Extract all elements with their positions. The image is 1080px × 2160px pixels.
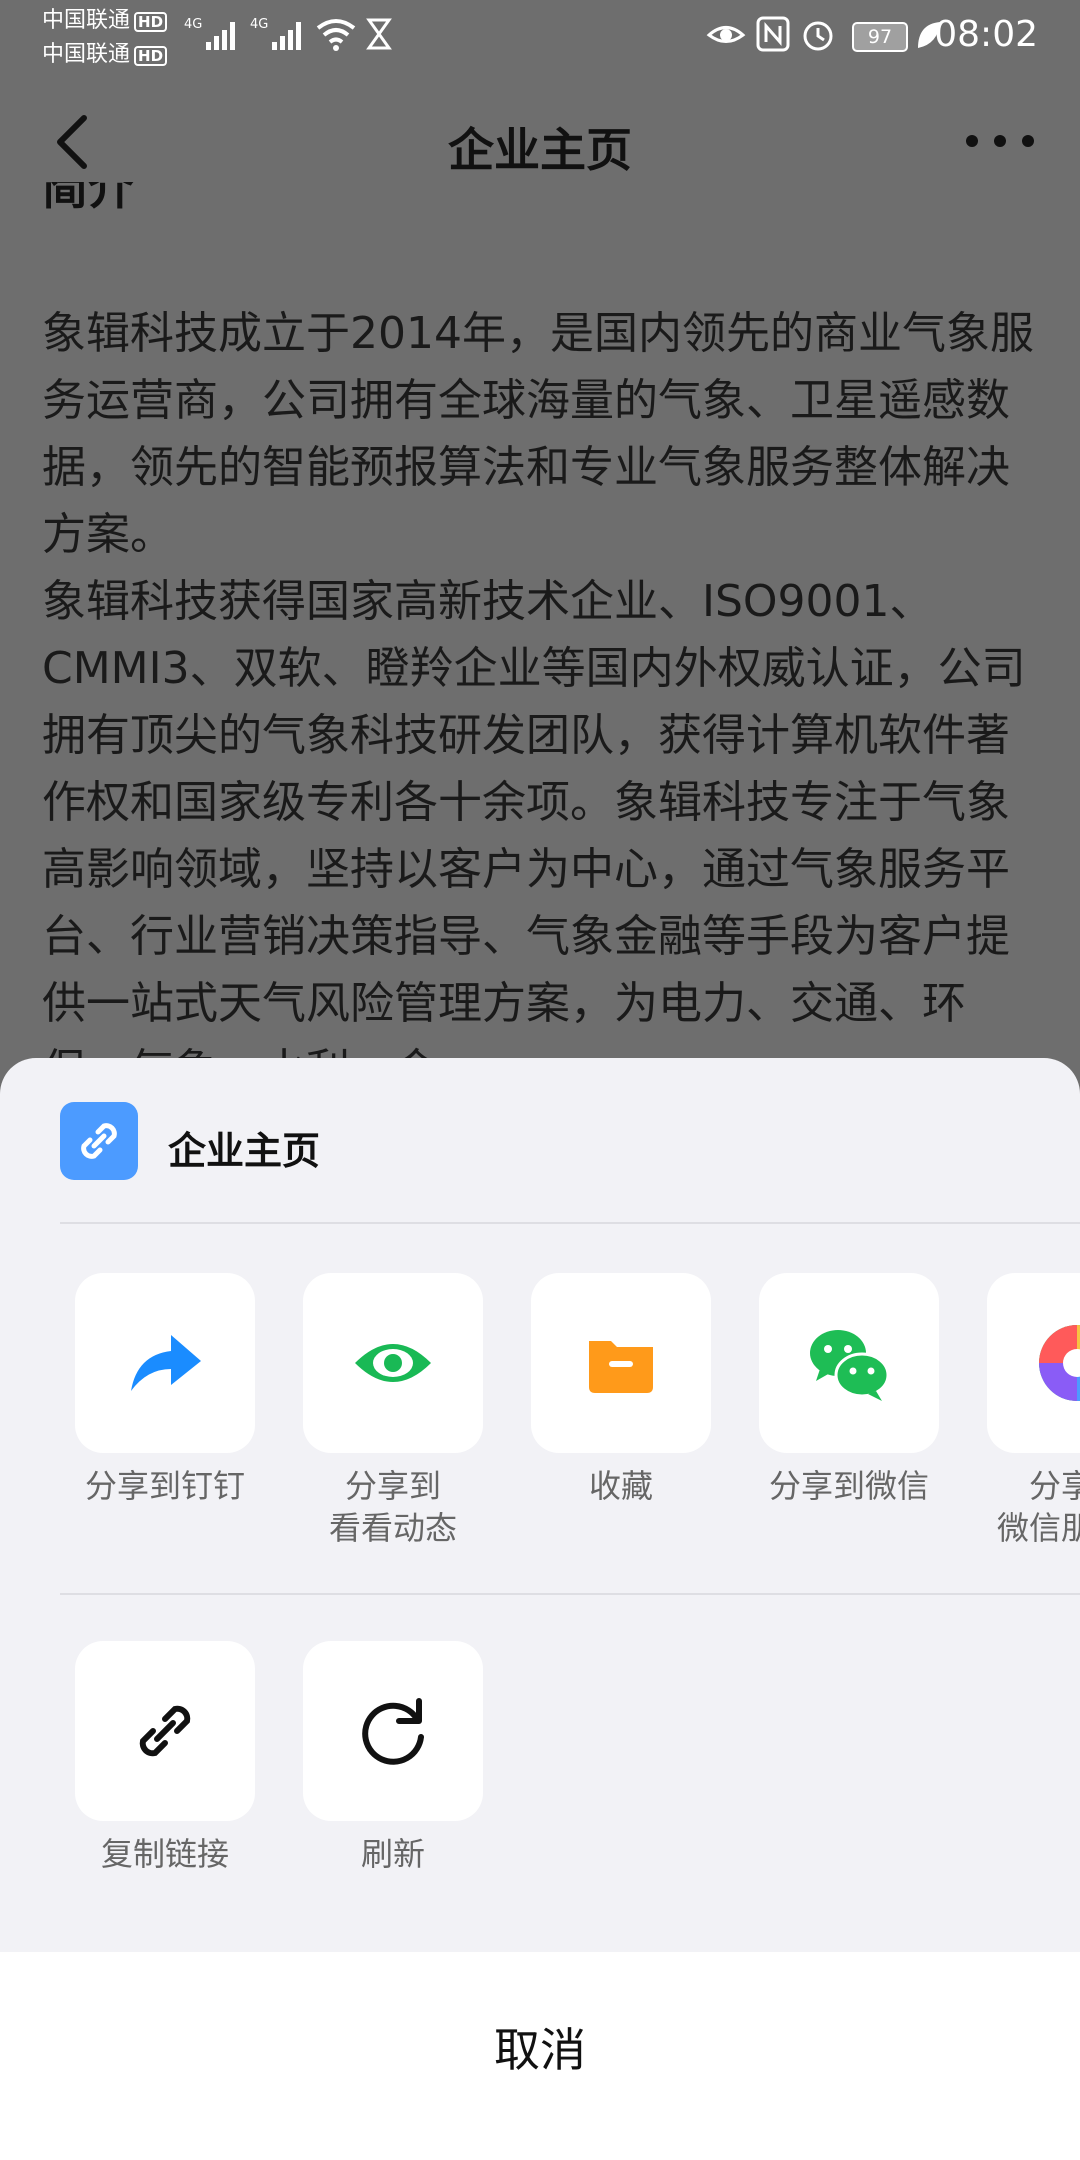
tile-label: 分享到钉钉 (84, 1467, 245, 1505)
wifi-icon (316, 19, 356, 51)
carrier-1: 中国联通 HD (42, 8, 168, 34)
nfc-icon (756, 16, 790, 52)
moments-icon (1039, 1325, 1080, 1401)
tile-label: 刷新 (360, 1835, 425, 1873)
divider (60, 1593, 1080, 1595)
article-paragraph: 象辑科技成立于2014年，是国内领先的商业气象服务运营商，公司拥有全球海量的气象… (42, 308, 1034, 560)
network-label: 4G (250, 17, 268, 32)
copy-link-tile[interactable] (75, 1641, 255, 1821)
tile-label: 分享到微信 (768, 1467, 929, 1505)
refresh-button[interactable]: 刷新 (303, 1641, 483, 1875)
link-icon (139, 1705, 191, 1757)
tile-label-line: 微信朋友圈 (996, 1509, 1080, 1547)
clock: 08:02 (934, 14, 1038, 55)
tile-label: 收藏 (588, 1467, 653, 1505)
copy-link-button[interactable]: 复制链接 (75, 1641, 255, 1875)
page-title: 企业主页 (448, 123, 632, 177)
article-body: 象辑科技成立于2014年，是国内领先的商业气象服务运营商，公司拥有全球海量的气象… (42, 300, 1042, 1104)
share-to-moments-dynamic-button[interactable]: 分享到 看看动态 (303, 1273, 483, 1549)
tile-label-line: 看看动态 (328, 1509, 457, 1547)
share-to-moments-dynamic-tile[interactable] (303, 1273, 483, 1453)
tile-label: 分享到 微信朋友圈 (987, 1465, 1080, 1549)
battery-icon: 97 (852, 22, 908, 52)
share-to-dingtalk-tile[interactable] (75, 1273, 255, 1453)
favorite-button[interactable]: 收藏 (531, 1273, 711, 1507)
tile-label-line: 分享到 (344, 1467, 441, 1505)
carrier-2: 中国联通 HD (42, 42, 168, 68)
hd-badge: HD (134, 46, 168, 66)
cancel-label: 取消 (494, 2023, 586, 2077)
share-to-wechat-button[interactable]: 分享到微信 (759, 1273, 939, 1507)
cancel-button[interactable]: 取消 (0, 1952, 1080, 2160)
tile-label: 分享到 看看动态 (303, 1465, 483, 1549)
hourglass-icon (366, 18, 392, 50)
share-sheet: 企业主页 分享到钉钉 分享到 看看动态 收藏 分享到微信 分享 微信朋 复制链接… (0, 1058, 1080, 2160)
wechat-icon (810, 1330, 890, 1401)
eye-icon (355, 1344, 431, 1382)
more-options-icon[interactable] (960, 116, 1040, 166)
title-bar: 企业主页 (0, 92, 1080, 196)
share-to-dingtalk-button[interactable]: 分享到钉钉 (75, 1273, 255, 1507)
signal-icon: 4G (184, 17, 235, 50)
alarm-icon (803, 21, 833, 51)
article-paragraph: 象辑科技获得国家高新技术企业、ISO9001、CMMI3、双软、瞪羚企业等国内外… (42, 576, 1026, 1096)
carrier-1-name: 中国联通 (42, 8, 131, 33)
section-heading-clipped: 简介 (42, 182, 342, 224)
share-to-wechat-moments-tile[interactable] (987, 1273, 1080, 1453)
tile-label: 复制链接 (100, 1835, 229, 1873)
favorite-tile[interactable] (531, 1273, 711, 1453)
hd-badge: HD (134, 12, 168, 32)
share-sheet-title: 企业主页 (168, 1129, 321, 1173)
status-bar: 中国联通 HD 中国联通 HD 4G 4G 97 08:02 (0, 0, 1080, 72)
refresh-tile[interactable] (303, 1641, 483, 1821)
link-icon (60, 1102, 138, 1180)
divider (60, 1222, 1080, 1224)
section-heading-text: 简介 (42, 182, 134, 215)
refresh-icon (362, 1698, 424, 1765)
folder-icon (589, 1341, 653, 1393)
share-to-wechat-tile[interactable] (759, 1273, 939, 1453)
tile-label-line: 分享到 (1028, 1467, 1080, 1505)
share-arrow-icon (131, 1335, 201, 1391)
eye-comfort-icon (706, 26, 746, 43)
network-label: 4G (184, 17, 202, 32)
share-to-wechat-moments-button[interactable]: 分享到 微信朋友圈 (987, 1273, 1080, 1549)
signal-icon: 4G (250, 17, 301, 50)
carrier-2-name: 中国联通 (42, 42, 131, 67)
